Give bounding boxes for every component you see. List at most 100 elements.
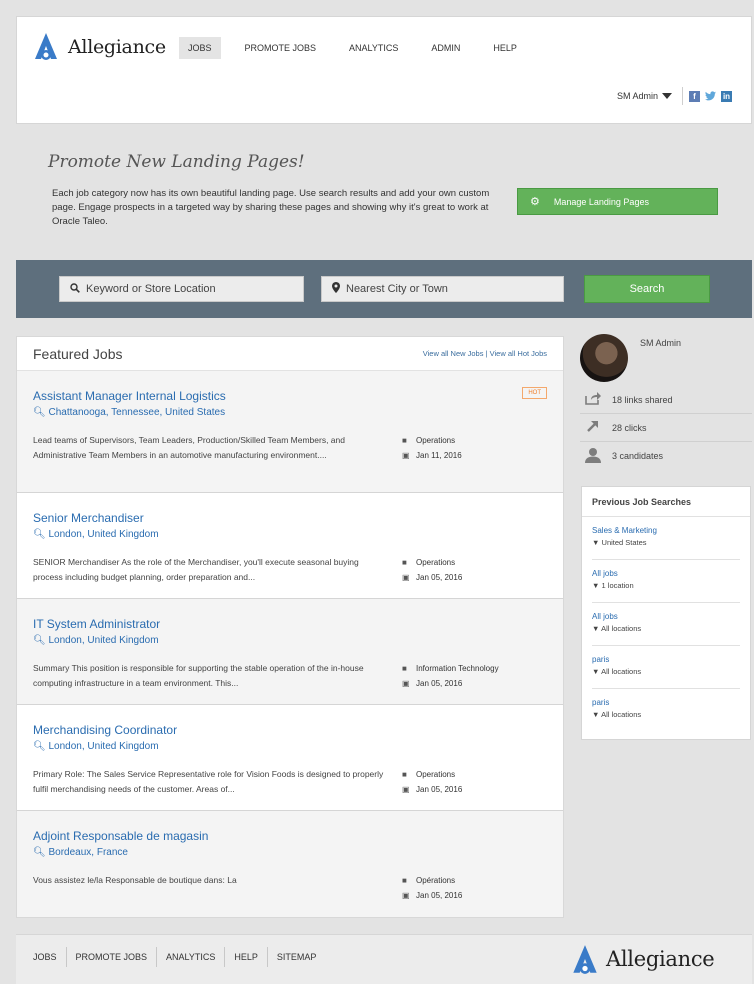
job-date: Jan 11, 2016 [416,451,462,460]
previous-search-link[interactable]: All jobs [592,569,740,578]
search-icon: 🔍︎ [33,407,46,418]
job-card: Adjoint Responsable de magasin 🔍︎ Bordea… [17,811,563,917]
job-category: Operations [416,770,456,779]
job-meta: ■ Operations ▣ Jan 05, 2016 [402,767,462,797]
search-bar: Keyword or Store Location Nearest City o… [16,260,752,318]
profile-name: SM Admin [640,338,682,348]
list-item: All jobs ▼ All locations [592,603,740,646]
footer-brand-name: Allegiance [606,947,715,971]
nav-promote-jobs[interactable]: PROMOTE JOBS [236,37,326,59]
briefcase-icon: ■ [402,664,407,673]
nav-admin[interactable]: ADMIN [422,37,469,59]
featured-jobs-header: Featured Jobs View all New Jobs | View a… [17,337,563,371]
previous-search-link[interactable]: paris [592,698,740,707]
footer-link-sitemap[interactable]: SITEMAP [268,947,326,967]
job-category: Information Technology [416,664,499,673]
job-title-link[interactable]: Merchandising Coordinator [33,723,563,737]
job-card: IT System Administrator 🔍︎ London, Unite… [17,599,563,705]
previous-search-link[interactable]: paris [592,655,740,664]
list-item: Sales & Marketing ▼ United States [592,517,740,560]
previous-search-location: ▼ 1 location [592,581,740,590]
job-location: 🔍︎ Bordeaux, France [33,847,563,858]
footer-nav: JOBS PROMOTE JOBS ANALYTICS HELP SITEMAP [24,947,325,967]
previous-search-location: ▼ United States [592,538,740,547]
search-icon: 🔍︎ [33,529,46,540]
job-location: 🔍︎ London, United Kingdom [33,741,563,752]
facebook-icon[interactable]: f [689,90,700,102]
footer-link-analytics[interactable]: ANALYTICS [157,947,226,967]
briefcase-icon: ■ [402,558,407,567]
footer-link-promote-jobs[interactable]: PROMOTE JOBS [67,947,158,967]
previous-search-location-text: All locations [601,667,642,676]
stat-label: 18 links shared [612,394,673,405]
link-separator: | [485,349,488,358]
keyword-search-input[interactable]: Keyword or Store Location [59,276,304,302]
main-nav: JOBS PROMOTE JOBS ANALYTICS ADMIN HELP [179,37,541,59]
person-icon [580,447,606,466]
job-date: Jan 05, 2016 [416,891,463,900]
click-arrow-icon [580,419,606,436]
location-search-input[interactable]: Nearest City or Town [321,276,564,302]
map-pin-icon: ▼ [592,538,600,547]
job-location: 🔍︎ London, United Kingdom [33,635,563,646]
stat-candidates: 3 candidates [580,442,752,470]
gear-icon: ⚙ [530,196,540,208]
job-title-link[interactable]: Assistant Manager Internal Logistics [33,389,563,403]
keyword-search-placeholder: Keyword or Store Location [86,283,216,295]
view-all-new-jobs-link[interactable]: View all New Jobs [423,349,484,358]
search-icon: 🔍︎ [33,847,46,858]
linkedin-icon[interactable]: in [721,90,732,102]
search-button[interactable]: Search [584,275,710,303]
job-meta: ■ Operations ▣ Jan 05, 2016 [402,555,462,585]
list-item: paris ▼ All locations [592,689,740,732]
stat-clicks: 28 clicks [580,414,752,442]
footer-link-help[interactable]: HELP [225,947,268,967]
job-title-link[interactable]: Senior Merchandiser [33,511,563,525]
job-location-text: Chattanooga, Tennessee, United States [48,407,226,418]
previous-search-location: ▼ All locations [592,667,740,676]
map-pin-icon [332,282,340,296]
previous-search-location-text: All locations [601,624,642,633]
map-pin-icon: ▼ [592,581,600,590]
twitter-icon[interactable] [705,91,716,102]
search-icon: 🔍︎ [33,741,46,752]
chevron-down-icon[interactable] [662,93,672,99]
list-item: paris ▼ All locations [592,646,740,689]
user-menu: SM Admin f in [617,87,737,105]
list-item: All jobs ▼ 1 location [592,560,740,603]
previous-searches-panel: Previous Job Searches Sales & Marketing … [581,486,751,740]
user-menu-label[interactable]: SM Admin [617,91,658,101]
job-description: Vous assistez le/la Responsable de bouti… [33,875,237,885]
search-icon [70,282,80,296]
job-meta: ■ Operations ▣ Jan 11, 2016 [402,433,462,463]
calendar-icon: ▣ [402,891,410,900]
nav-help[interactable]: HELP [484,37,526,59]
view-all-hot-jobs-link[interactable]: View all Hot Jobs [490,349,547,358]
job-title-link[interactable]: Adjoint Responsable de magasin [33,829,563,843]
location-search-placeholder: Nearest City or Town [346,283,448,295]
nav-analytics[interactable]: ANALYTICS [340,37,407,59]
job-location-text: London, United Kingdom [48,741,159,752]
nav-jobs[interactable]: JOBS [179,37,221,59]
featured-jobs-panel: Featured Jobs View all New Jobs | View a… [16,336,564,918]
manage-landing-pages-label: Manage Landing Pages [553,196,649,207]
job-category: Operations [416,436,456,445]
job-description: SENIOR Merchandiser As the role of the M… [33,557,359,582]
footer-logo[interactable]: Allegiance [568,943,715,975]
previous-search-location-text: All locations [601,710,642,719]
job-title-link[interactable]: IT System Administrator [33,617,563,631]
site-header: Allegiance JOBS PROMOTE JOBS ANALYTICS A… [16,16,752,124]
previous-search-location: ▼ All locations [592,624,740,633]
previous-search-link[interactable]: Sales & Marketing [592,526,740,535]
briefcase-icon: ■ [402,436,407,445]
previous-search-link[interactable]: All jobs [592,612,740,621]
footer-link-jobs[interactable]: JOBS [24,947,67,967]
job-card: Assistant Manager Internal Logistics 🔍︎ … [17,371,563,493]
map-pin-icon: ▼ [592,710,600,719]
brand-logo[interactable]: Allegiance [30,31,166,63]
map-pin-icon: ▼ [592,624,600,633]
manage-landing-pages-button[interactable]: ⚙ Manage Landing Pages [517,188,718,215]
avatar[interactable] [580,334,628,382]
previous-search-location-text: United States [601,538,647,547]
job-location: 🔍︎ Chattanooga, Tennessee, United States [33,407,563,418]
